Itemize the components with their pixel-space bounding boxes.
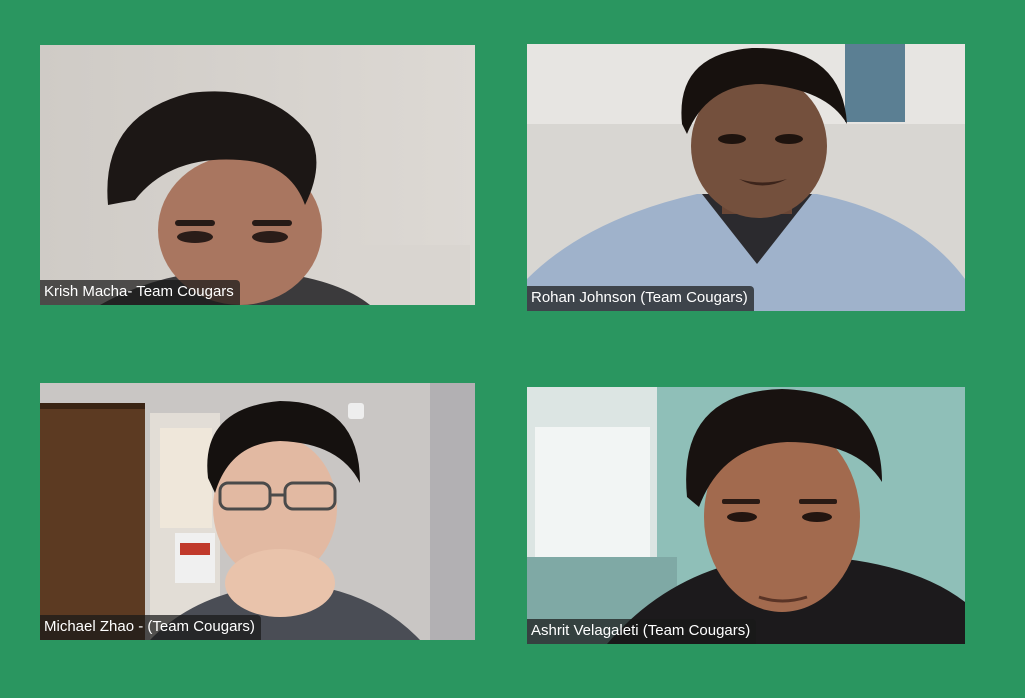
participant-video-tile[interactable]: Krish Macha- Team Cougars bbox=[40, 45, 475, 305]
participant-video-feed bbox=[527, 387, 965, 644]
participant-video-tile[interactable]: Michael Zhao - (Team Cougars) bbox=[40, 383, 475, 640]
participant-name-label: Krish Macha- Team Cougars bbox=[40, 280, 240, 305]
participant-name-label: Ashrit Velagaleti (Team Cougars) bbox=[527, 619, 757, 644]
participant-video-feed bbox=[40, 45, 475, 305]
participant-video-tile[interactable]: Ashrit Velagaleti (Team Cougars) bbox=[527, 387, 965, 644]
participant-name-label: Rohan Johnson (Team Cougars) bbox=[527, 286, 754, 311]
participant-name-label: Michael Zhao - (Team Cougars) bbox=[40, 615, 261, 640]
participant-video-tile[interactable]: Rohan Johnson (Team Cougars) bbox=[527, 44, 965, 311]
participant-video-feed bbox=[527, 44, 965, 311]
participant-video-feed bbox=[40, 383, 475, 640]
